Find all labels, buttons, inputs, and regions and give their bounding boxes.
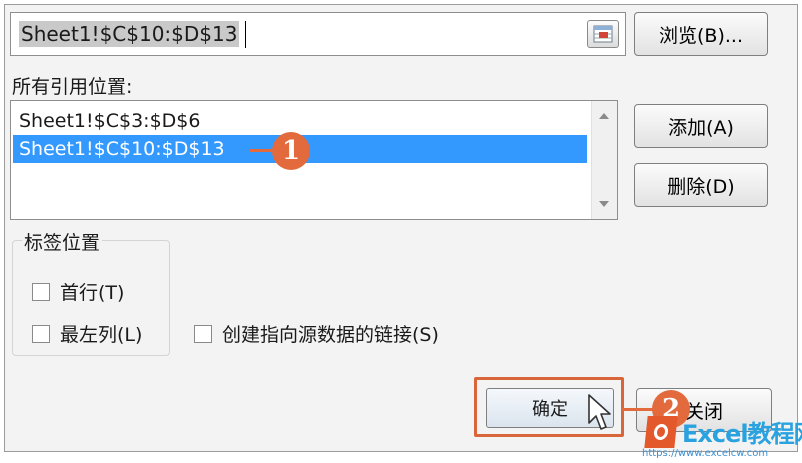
watermark-brand: Excel教程网: [682, 420, 802, 448]
top-row-checkbox-row[interactable]: 首行(T): [32, 278, 124, 305]
create-links-label: 创建指向源数据的链接(S): [222, 324, 439, 346]
mouse-pointer-icon: [588, 394, 611, 430]
scroll-up-icon[interactable]: [599, 113, 609, 119]
reference-input[interactable]: Sheet1!$C$10:$D$13: [10, 12, 626, 56]
range-collapse-icon: [593, 25, 613, 43]
scroll-down-icon[interactable]: [599, 201, 609, 207]
range-collapse-button[interactable]: [587, 20, 619, 48]
watermark: Excel教程网 https://www.excelcw.com: [636, 410, 802, 463]
add-button[interactable]: 添加(A): [634, 104, 768, 148]
list-scrollbar[interactable]: [591, 101, 617, 219]
left-column-checkbox[interactable]: [32, 324, 50, 343]
top-row-label: 首行(T): [60, 282, 125, 304]
watermark-url: https://www.excelcw.com: [642, 448, 769, 459]
delete-button[interactable]: 删除(D): [634, 163, 768, 207]
top-row-checkbox[interactable]: [32, 282, 50, 301]
all-references-list[interactable]: Sheet1!$C$3:$D$6 Sheet1!$C$10:$D$13: [10, 100, 618, 220]
left-column-label: 最左列(L): [60, 324, 143, 346]
step1-badge: 1: [272, 132, 310, 170]
office-logo-icon: [644, 416, 678, 448]
reference-input-text: Sheet1!$C$10:$D$13: [19, 21, 240, 47]
all-references-label: 所有引用位置:: [12, 76, 133, 98]
create-links-checkbox-row[interactable]: 创建指向源数据的链接(S): [194, 320, 439, 347]
use-labels-title: 标签位置: [22, 228, 103, 255]
text-caret: [245, 21, 246, 48]
browse-button[interactable]: 浏览(B)...: [634, 12, 768, 56]
create-links-checkbox[interactable]: [194, 324, 212, 343]
left-column-checkbox-row[interactable]: 最左列(L): [32, 320, 142, 347]
list-item[interactable]: Sheet1!$C$3:$D$6: [13, 107, 200, 135]
